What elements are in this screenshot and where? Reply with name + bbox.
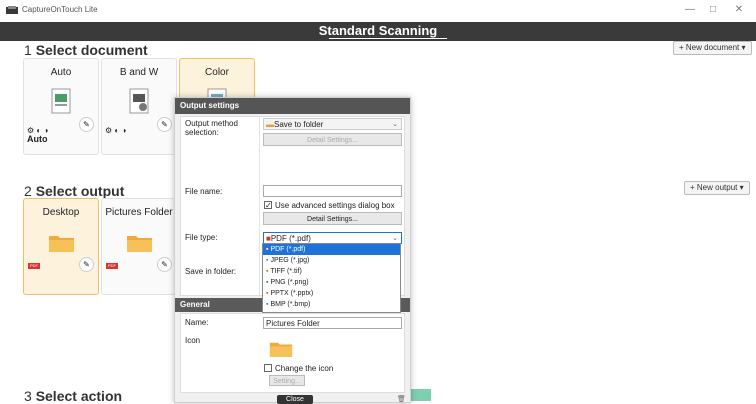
output-card-pictures-folder[interactable]: Pictures Folder PDF ✎ [101, 198, 177, 295]
section-number: 2 [24, 183, 32, 199]
app-icon [6, 6, 18, 14]
file-type-option[interactable]: ▪ PPTX (*.pptx) [263, 288, 400, 299]
folder-small-icon: ▬ [266, 120, 274, 129]
change-icon-label: Change the icon [275, 364, 334, 373]
window-title: CaptureOnTouch Lite [22, 5, 98, 14]
file-type-option[interactable]: ▪ PDF (*.pdf) [263, 244, 400, 255]
chevron-down-icon: ⌄ [392, 121, 398, 128]
method-value: Save to folder [274, 120, 324, 129]
name-input[interactable]: Pictures Folder [263, 317, 402, 329]
file-name-input[interactable] [263, 185, 402, 197]
close-button[interactable]: Close [277, 395, 313, 404]
general-panel: Name: Pictures Folder Icon Change the ic… [180, 313, 405, 393]
dialog-title: Output settings [175, 98, 410, 114]
file-type-option[interactable]: ▪ PNG (*.png) [263, 277, 400, 288]
file-name-label: File name: [185, 187, 223, 196]
section-select-output: 2 Select output [24, 183, 124, 199]
maximize-button[interactable]: □ [703, 3, 723, 17]
card-label: B and W [119, 67, 159, 78]
detail-settings-button-disabled[interactable]: Detail Settings... [263, 133, 402, 146]
minimize-button[interactable]: — [680, 3, 700, 17]
file-type-option[interactable]: ▪ BMP (*.bmp) [263, 299, 400, 310]
file-type-value: PDF (*.pdf) [270, 234, 311, 243]
method-label: Output method selection: [185, 119, 238, 137]
detail-settings-button[interactable]: Detail Settings... [263, 212, 402, 225]
header-underline [329, 38, 447, 39]
file-type-dropdown-list: ▪ PDF (*.pdf) ▪ JPEG (*.jpg) ▪ TIFF (*.t… [262, 243, 401, 313]
file-type-option[interactable]: ▪ JPEG (*.jpg) [263, 255, 400, 266]
pdf-badge-icon: PDF [28, 263, 40, 269]
close-window-button[interactable]: ✕ [729, 3, 749, 17]
icon-label: Icon [185, 336, 201, 345]
edit-pencil-icon[interactable]: ✎ [79, 257, 94, 272]
edit-pencil-icon[interactable]: ✎ [79, 117, 94, 132]
card-sub-label: Auto [27, 134, 48, 144]
section-title: Select document [35, 42, 148, 58]
document-icon [129, 88, 149, 114]
setting-button[interactable]: Setting... [269, 375, 305, 386]
card-label: Auto [50, 67, 72, 78]
folder-icon [269, 342, 293, 357]
scan-mode-icons: ⚙ ◐ ◑ [105, 126, 127, 135]
name-label: Name: [185, 318, 209, 327]
header-title: Standard Scanning [318, 23, 438, 38]
pdf-badge-icon: PDF [106, 263, 118, 269]
document-icon [51, 88, 71, 114]
column-divider [259, 117, 260, 297]
title-bar: CaptureOnTouch Lite — □ ✕ [0, 0, 756, 23]
section-title: Select action [35, 388, 123, 404]
use-advanced-checkbox[interactable]: ✓ [264, 201, 272, 210]
edit-pencil-icon[interactable]: ✎ [157, 257, 172, 272]
card-label: Desktop [42, 207, 80, 218]
card-label: Pictures Folder [105, 207, 173, 218]
mode-header: Standard Scanning [0, 22, 756, 41]
save-in-label: Save in folder: [185, 267, 237, 276]
file-type-label: File type: [185, 233, 218, 242]
output-method-select[interactable]: ▬Save to folder ⌄ [263, 118, 402, 130]
card-label: Color [205, 67, 229, 78]
folder-icon [49, 236, 74, 252]
section-select-document: 1 Select document [24, 42, 148, 58]
document-card-auto[interactable]: Auto ⚙ ◐ ◑ Auto ✎ [23, 58, 99, 155]
section-number: 1 [24, 42, 32, 58]
section-number: 3 [24, 388, 32, 404]
file-type-option[interactable]: ▪ TIFF (*.tif) [263, 266, 400, 277]
action-button[interactable] [410, 389, 431, 401]
new-output-button[interactable]: + New output ▾ [684, 181, 750, 195]
document-card-bw[interactable]: B and W ⚙ ◐ ◑ ✎ [101, 58, 177, 155]
use-advanced-label: Use advanced settings dialog box [275, 201, 395, 210]
edit-pencil-icon[interactable]: ✎ [157, 117, 172, 132]
folder-icon [127, 236, 152, 252]
new-document-button[interactable]: + New document ▾ [673, 41, 752, 55]
section-title: Select output [35, 183, 125, 199]
trash-icon[interactable]: 🗑 [397, 395, 406, 403]
section-select-action: 3 Select action [24, 388, 122, 404]
output-card-desktop[interactable]: Desktop PDF ✎ [23, 198, 99, 295]
change-icon-checkbox[interactable] [264, 364, 272, 372]
